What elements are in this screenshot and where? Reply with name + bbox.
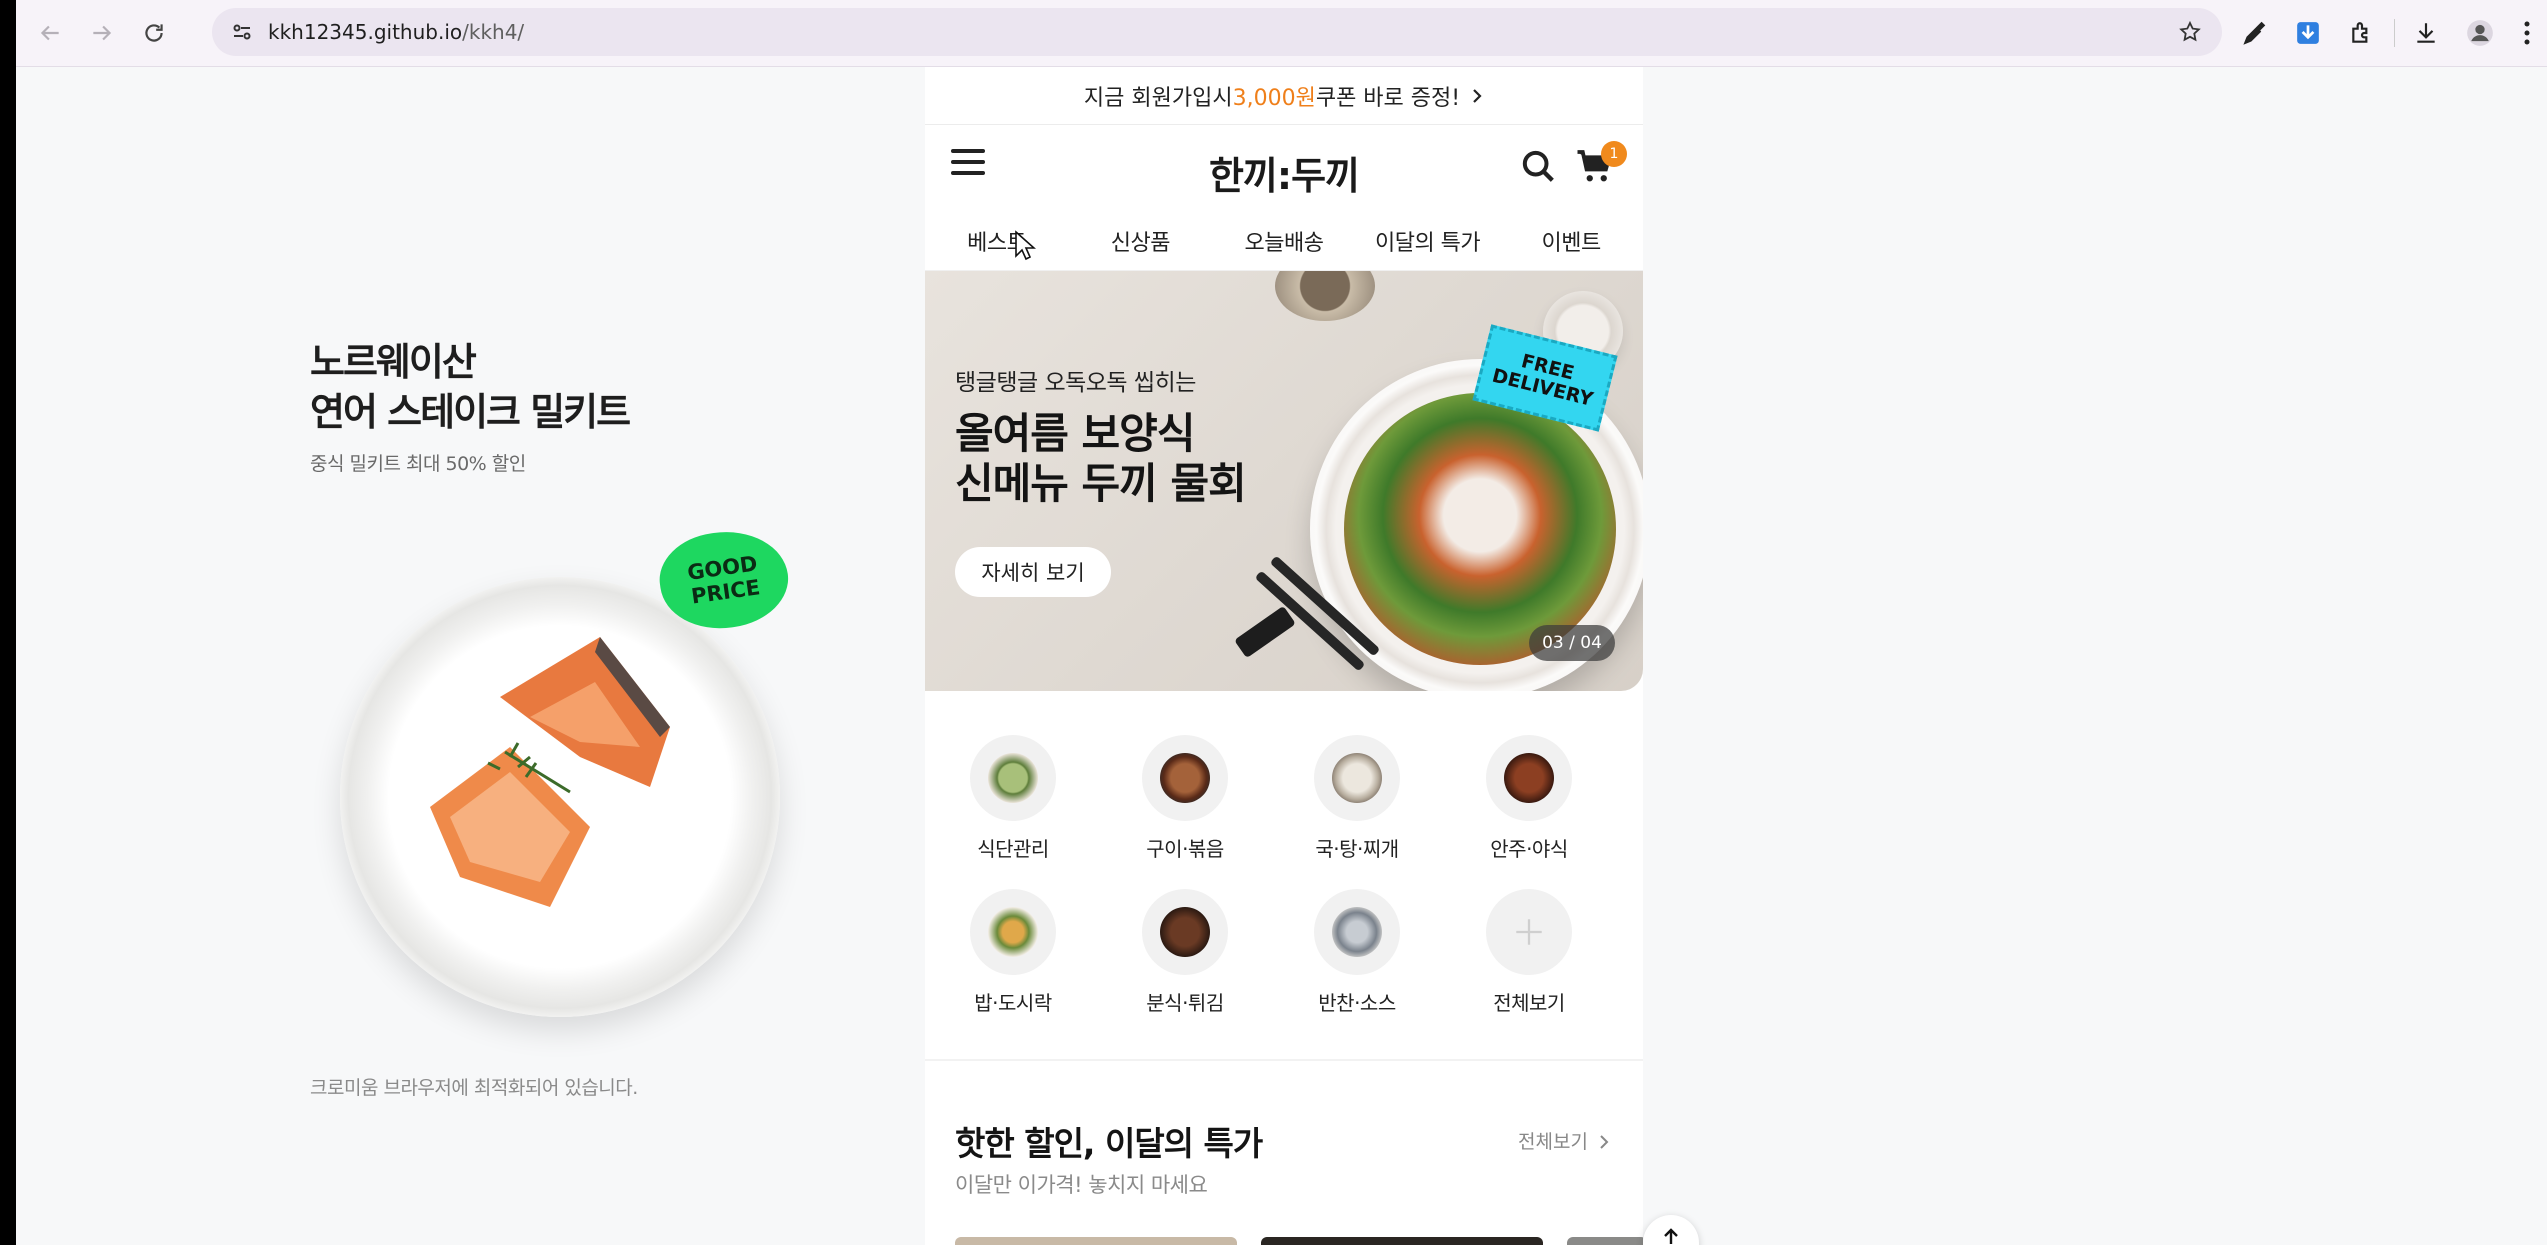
category-thumb	[1314, 735, 1400, 821]
product-card-peek	[1567, 1237, 1643, 1245]
banner-headline: 올여름 보양식 신메뉴 두끼 물회	[955, 409, 1247, 508]
category-grill[interactable]: 구이·볶음	[1115, 735, 1255, 862]
banner-eyebrow: 탱글탱글 오독오독 씹히는	[955, 370, 1196, 396]
site-info-icon[interactable]	[218, 8, 266, 56]
category-thumb	[1486, 735, 1572, 821]
nav-item-new[interactable]: 신상품	[1069, 211, 1213, 270]
scroll-to-top-button[interactable]	[1643, 1215, 1699, 1245]
nav-item-best[interactable]: 베스트	[925, 211, 1069, 270]
address-bar[interactable]: kkh12345.github.io/kkh4/	[212, 8, 2222, 56]
signup-coupon-bar[interactable]: 지금 회원가입시 3,000원 쿠폰 바로 증정!	[925, 67, 1643, 125]
mouse-cursor-icon	[1015, 230, 1036, 261]
search-icon[interactable]	[1519, 147, 1559, 191]
product-card-peek	[955, 1237, 1237, 1245]
promo-subtitle: 중식 밀키트 최대 50% 할인	[310, 453, 526, 475]
category-thumb	[1314, 889, 1400, 975]
profile-icon[interactable]	[2453, 9, 2507, 57]
category-snack-night[interactable]: 안주·야식	[1459, 735, 1599, 862]
section-subtitle: 이달만 이가격! 놓치지 마세요	[955, 1173, 1208, 1197]
coupon-text-prefix: 지금 회원가입시	[1083, 85, 1233, 111]
downloads-icon[interactable]	[2399, 9, 2453, 57]
arrow-up-icon	[1664, 1228, 1678, 1244]
download-extension-icon[interactable]	[2281, 9, 2335, 57]
browser-toolbar: kkh12345.github.io/kkh4/	[16, 0, 2547, 66]
category-bunsik-fried[interactable]: 분식·튀김	[1115, 889, 1255, 1016]
category-thumb	[1142, 889, 1228, 975]
reload-icon[interactable]	[128, 7, 180, 59]
category-thumb	[1142, 735, 1228, 821]
salmon-plate-image	[340, 577, 780, 1017]
url-text: kkh12345.github.io/kkh4/	[268, 20, 525, 44]
chevron-right-icon	[1473, 88, 1482, 103]
site-header: 한끼:두끼 1	[925, 125, 1643, 211]
category-rice-lunchbox[interactable]: 밥·도시락	[943, 889, 1083, 1016]
eyedropper-icon[interactable]	[2227, 9, 2281, 57]
section-view-all-link[interactable]: 전체보기	[1518, 1127, 1610, 1154]
abalone-image	[1275, 271, 1375, 321]
banner-detail-button[interactable]: 자세히 보기	[955, 547, 1111, 597]
category-view-all[interactable]: 전체보기	[1459, 889, 1599, 1016]
nav-item-today-delivery[interactable]: 오늘배송	[1212, 211, 1356, 270]
hero-banner[interactable]: FREE DELIVERY 탱글탱글 오독오독 씹히는 올여름 보양식 신메뉴 …	[925, 271, 1643, 691]
category-side-sauce[interactable]: 반찬·소스	[1287, 889, 1427, 1016]
side-promo: 노르웨이산 연어 스테이크 밀키트 중식 밀키트 최대 50% 할인 GOOD …	[310, 337, 795, 1117]
category-diet[interactable]: 식단관리	[943, 735, 1083, 862]
category-thumb	[970, 735, 1056, 821]
category-soup[interactable]: 국·탕·찌개	[1287, 735, 1427, 862]
product-card-peek	[1261, 1237, 1543, 1245]
chevron-right-icon	[1600, 1135, 1609, 1149]
coupon-amount: 3,000원	[1232, 85, 1316, 111]
chopstick-rest-image	[1234, 605, 1296, 659]
cart-count-badge: 1	[1601, 141, 1627, 167]
section-title: 핫한 할인, 이달의 특가	[955, 1124, 1263, 1163]
category-grid: 식단관리 구이·볶음 국·탕·찌개 안주·야식 밥·도시락 분식·튀김 반찬·소…	[925, 691, 1643, 1061]
page-viewport: 노르웨이산 연어 스테이크 밀키트 중식 밀키트 최대 50% 할인 GOOD …	[16, 67, 2547, 1245]
back-icon[interactable]	[24, 7, 76, 59]
promo-title: 노르웨이산 연어 스테이크 밀키트	[310, 340, 631, 434]
salmon-steak-image	[430, 637, 670, 907]
extensions-icon[interactable]	[2335, 9, 2389, 57]
plus-icon	[1486, 889, 1572, 975]
forward-icon[interactable]	[76, 7, 128, 59]
separator	[2389, 9, 2399, 57]
nav-item-monthly-deal[interactable]: 이달의 특가	[1356, 211, 1500, 270]
coupon-text-suffix: 쿠폰 바로 증정!	[1315, 85, 1461, 111]
browser-note: 크로미움 브라우저에 최적화되어 있습니다.	[310, 1077, 638, 1099]
nav-item-event[interactable]: 이벤트	[1499, 211, 1643, 270]
slide-counter: 03 / 04	[1529, 625, 1615, 661]
bookmark-star-icon[interactable]	[2178, 20, 2202, 48]
menu-icon[interactable]	[2507, 9, 2547, 57]
category-thumb	[970, 889, 1056, 975]
